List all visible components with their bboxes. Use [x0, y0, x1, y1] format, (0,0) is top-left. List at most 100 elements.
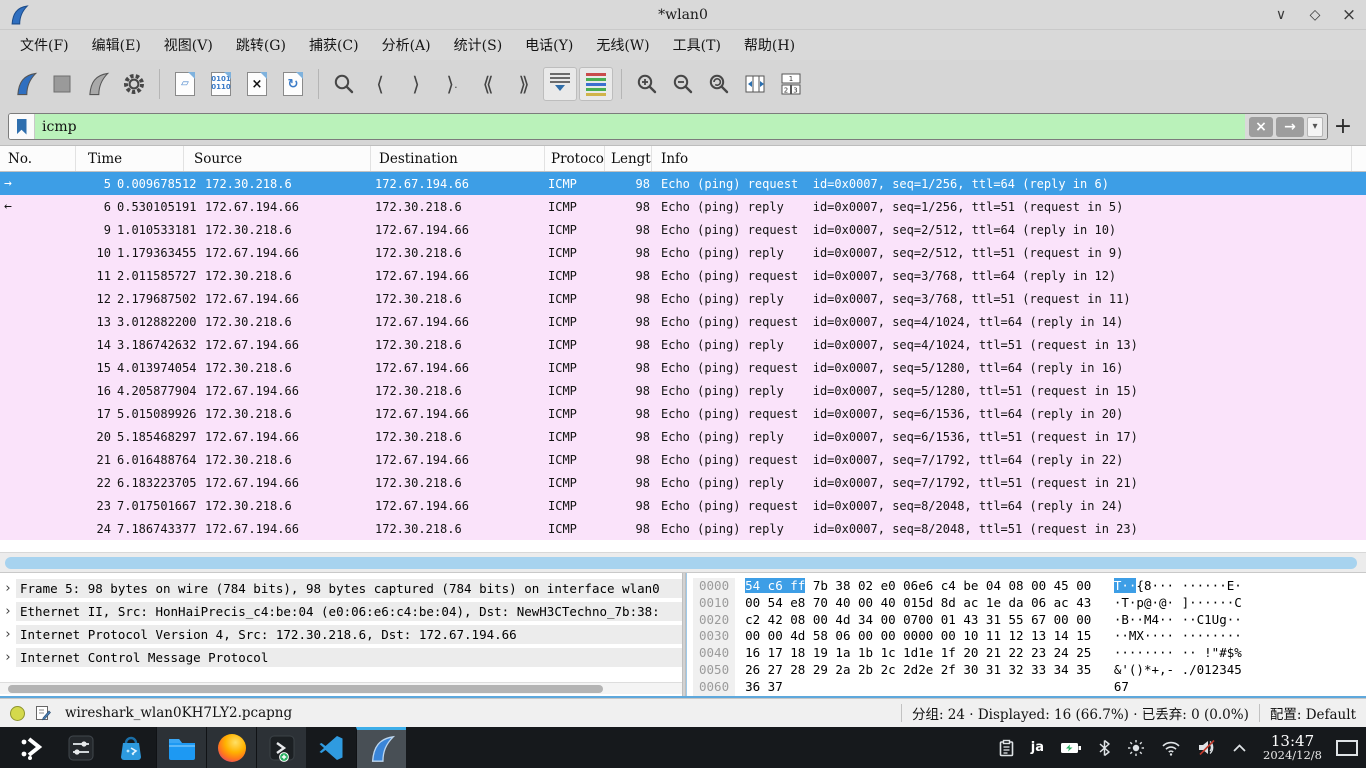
hex-row[interactable]: 004016 17 18 19 1a 1b 1c 1d1e 1f 20 21 2…	[693, 645, 1366, 662]
taskbar-app-firefox[interactable]	[206, 727, 256, 768]
input-method-ja[interactable]: ja	[1031, 740, 1044, 755]
go-back-button[interactable]: ⟨	[363, 67, 397, 101]
bluetooth-icon[interactable]	[1098, 739, 1111, 757]
packet-row[interactable]: 101.179363455172.67.194.66172.30.218.6IC…	[0, 241, 1366, 264]
expander-icon[interactable]: ›	[0, 604, 16, 619]
filter-clear-button[interactable]: ×	[1249, 117, 1273, 137]
column-header-time[interactable]: Time	[76, 146, 184, 171]
find-packet-button[interactable]	[327, 67, 361, 101]
detail-row[interactable]: ›Ethernet II, Src: HonHaiPrecis_c4:be:04…	[0, 600, 682, 623]
stop-capture-button[interactable]	[45, 67, 79, 101]
column-header-destination[interactable]: Destination	[371, 146, 545, 171]
taskbar-app-wireshark[interactable]	[356, 727, 406, 768]
expand-tray-icon[interactable]	[1232, 743, 1247, 753]
brightness-icon[interactable]	[1127, 739, 1145, 757]
zoom-out-button[interactable]	[666, 67, 700, 101]
packet-row[interactable]: 247.186743377172.67.194.66172.30.218.6IC…	[0, 517, 1366, 540]
restart-capture-button[interactable]	[81, 67, 115, 101]
close-file-button[interactable]: ×	[240, 67, 274, 101]
clipboard-icon[interactable]	[998, 739, 1015, 757]
packet-row[interactable]: →50.009678512172.30.218.6172.67.194.66IC…	[0, 172, 1366, 195]
auto-scroll-button[interactable]	[543, 67, 577, 101]
zoom-in-button[interactable]	[630, 67, 664, 101]
start-capture-button[interactable]	[9, 67, 43, 101]
display-filter-input[interactable]: icmp × → ▾	[8, 113, 1328, 140]
wifi-icon[interactable]	[1161, 740, 1181, 756]
detail-row[interactable]: ›Frame 5: 98 bytes on wire (784 bits), 9…	[0, 577, 682, 600]
resize-columns-button[interactable]	[738, 67, 772, 101]
menu-item-4[interactable]: 捕获(C)	[299, 31, 369, 59]
column-header-source[interactable]: Source	[184, 146, 371, 171]
go-forward-button[interactable]: ⟩	[399, 67, 433, 101]
volume-muted-icon[interactable]	[1197, 739, 1216, 756]
filter-add-button[interactable]: +	[1328, 114, 1358, 139]
taskbar-clock[interactable]: 13:47 2024/12/8	[1263, 733, 1322, 762]
taskbar-app-discover[interactable]	[106, 727, 156, 768]
packet-row[interactable]: 154.013974054172.30.218.6172.67.194.66IC…	[0, 356, 1366, 379]
packet-row[interactable]: 237.017501667172.30.218.6172.67.194.66IC…	[0, 494, 1366, 517]
taskbar-app-app-launcher[interactable]	[6, 727, 56, 768]
go-to-packet-button[interactable]: ⟩·	[435, 67, 469, 101]
close-button[interactable]: ×	[1338, 4, 1360, 26]
capture-comment-icon[interactable]	[35, 705, 51, 721]
taskbar-app-system-settings[interactable]	[56, 727, 106, 768]
capture-options-button[interactable]	[117, 67, 151, 101]
save-file-button[interactable]: 01010110	[204, 67, 238, 101]
maximize-button[interactable]: ◇	[1304, 4, 1326, 26]
column-header-info[interactable]: Info	[652, 146, 1352, 171]
expander-icon[interactable]: ›	[0, 650, 16, 665]
menu-item-3[interactable]: 跳转(G)	[226, 31, 296, 59]
capture-file-name[interactable]: wireshark_wlan0KH7LY2.pcapng	[65, 705, 292, 721]
menu-item-10[interactable]: 帮助(H)	[734, 31, 805, 59]
taskbar-app-vscode[interactable]	[306, 727, 356, 768]
packet-row[interactable]: 133.012882200172.30.218.6172.67.194.66IC…	[0, 310, 1366, 333]
taskbar-app-file-manager[interactable]	[156, 727, 206, 768]
go-first-packet-button[interactable]: ⟪	[471, 67, 505, 101]
zoom-reset-button[interactable]	[702, 67, 736, 101]
details-hscroll-thumb[interactable]	[8, 685, 603, 693]
menu-item-5[interactable]: 分析(A)	[372, 31, 441, 59]
detail-row[interactable]: ›Internet Control Message Protocol	[0, 646, 682, 669]
packet-row[interactable]: 216.016488764172.30.218.6172.67.194.66IC…	[0, 448, 1366, 471]
reload-file-button[interactable]: ↻	[276, 67, 310, 101]
hex-row[interactable]: 001000 54 e8 70 40 00 40 015d 8d ac 1e d…	[693, 595, 1366, 612]
minimize-button[interactable]: ∨	[1270, 4, 1292, 26]
packet-row[interactable]: 122.179687502172.67.194.66172.30.218.6IC…	[0, 287, 1366, 310]
filter-apply-button[interactable]: →	[1276, 117, 1304, 137]
detail-row[interactable]: ›Internet Protocol Version 4, Src: 172.3…	[0, 623, 682, 646]
colorize-packets-button[interactable]	[579, 67, 613, 101]
packet-list-hscrollbar[interactable]	[0, 553, 1366, 573]
filter-bookmark-icon[interactable]	[9, 114, 35, 139]
hex-row[interactable]: 000054 c6 ff 7b 38 02 e0 06e6 c4 be 04 0…	[693, 578, 1366, 595]
details-hscrollbar[interactable]	[0, 682, 682, 694]
filter-value[interactable]: icmp	[35, 114, 1245, 139]
menu-item-1[interactable]: 编辑(E)	[82, 31, 151, 59]
column-header-lengtl[interactable]: Lengtl	[605, 146, 652, 171]
open-file-button[interactable]: ▱	[168, 67, 202, 101]
show-desktop-button[interactable]	[1336, 740, 1358, 756]
packet-row[interactable]: 112.011585727172.30.218.6172.67.194.66IC…	[0, 264, 1366, 287]
hex-row[interactable]: 006036 37 67	[693, 679, 1366, 696]
packet-row[interactable]: 164.205877904172.67.194.66172.30.218.6IC…	[0, 379, 1366, 402]
menu-item-9[interactable]: 工具(T)	[663, 31, 731, 59]
packet-row[interactable]: ←60.530105191172.67.194.66172.30.218.6IC…	[0, 195, 1366, 218]
taskbar-app-terminal[interactable]	[256, 727, 306, 768]
packet-row[interactable]: 175.015089926172.30.218.6172.67.194.66IC…	[0, 402, 1366, 425]
column-header-no[interactable]: No.	[0, 146, 76, 171]
packet-row[interactable]: 91.010533181172.30.218.6172.67.194.66ICM…	[0, 218, 1366, 241]
packet-row[interactable]: 226.183223705172.67.194.66172.30.218.6IC…	[0, 471, 1366, 494]
menu-item-2[interactable]: 视图(V)	[154, 31, 223, 59]
go-last-packet-button[interactable]: ⟫	[507, 67, 541, 101]
filter-dropdown-arrow[interactable]: ▾	[1307, 117, 1323, 137]
packet-row[interactable]: 205.185468297172.67.194.66172.30.218.6IC…	[0, 425, 1366, 448]
profile-selector[interactable]: 配置: Default	[1270, 703, 1356, 723]
battery-icon[interactable]	[1060, 741, 1082, 755]
hex-row[interactable]: 0020c2 42 08 00 4d 34 00 0700 01 43 31 5…	[693, 612, 1366, 629]
packet-row[interactable]: 143.186742632172.67.194.66172.30.218.6IC…	[0, 333, 1366, 356]
expander-icon[interactable]: ›	[0, 581, 16, 596]
column-header-protocol[interactable]: Protocol	[545, 146, 605, 171]
menu-item-0[interactable]: 文件(F)	[10, 31, 79, 59]
hscroll-thumb[interactable]	[5, 557, 1357, 569]
hex-row[interactable]: 003000 00 4d 58 06 00 00 0000 00 10 11 1…	[693, 628, 1366, 645]
menu-item-7[interactable]: 电话(Y)	[515, 31, 583, 59]
